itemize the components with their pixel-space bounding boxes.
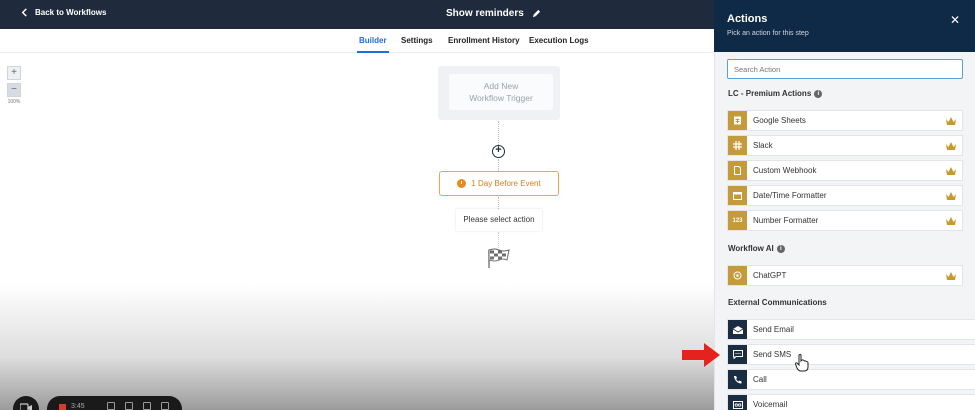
zoom-controls: + − 100% — [7, 66, 21, 105]
connector-line — [498, 121, 499, 145]
webhook-icon — [728, 161, 747, 180]
chatgpt-icon — [728, 266, 747, 285]
crown-icon — [946, 191, 956, 200]
action-label: Call — [753, 375, 767, 384]
chevron-left-icon — [21, 8, 27, 17]
section-external-label: External Communications — [728, 298, 827, 307]
zoom-out-button[interactable]: − — [7, 83, 21, 97]
section-premium-actions: LC - Premium Actions i — [728, 89, 823, 98]
pause-icon[interactable] — [143, 402, 151, 410]
close-icon[interactable]: ✕ — [950, 13, 960, 27]
section-ai-label: Workflow AI — [728, 244, 774, 253]
red-arrow-icon — [682, 343, 720, 367]
number-icon: 123 — [728, 211, 747, 230]
tab-execution-logs[interactable]: Execution Logs — [529, 36, 589, 45]
phone-icon — [728, 370, 747, 389]
panel-title: Actions — [727, 13, 768, 25]
zoom-level: 100% — [7, 99, 21, 105]
add-trigger-button[interactable]: Add New Workflow Trigger — [449, 74, 553, 110]
action-label: Google Sheets — [753, 116, 806, 125]
crown-icon — [946, 271, 956, 280]
sms-icon — [728, 345, 747, 364]
screen-recorder-bar: 3:45 — [47, 396, 182, 410]
section-external-communications: External Communications — [728, 298, 827, 307]
calendar-icon — [728, 186, 747, 205]
event-node-label: 1 Day Before Event — [471, 179, 541, 188]
clock-icon — [457, 179, 467, 188]
crown-icon — [946, 216, 956, 225]
crown-icon — [946, 141, 956, 150]
grid-icon[interactable] — [107, 402, 115, 410]
email-icon — [728, 320, 747, 339]
info-icon[interactable]: i — [776, 244, 785, 253]
tab-bar: Builder Settings Enrollment History Exec… — [0, 29, 714, 53]
finish-flag-icon — [488, 248, 510, 268]
workflow-builder: Back to Workflows Show reminders Builder… — [0, 0, 975, 410]
actions-panel: LC - Premium Actions i Google Sheets Sla… — [714, 52, 975, 410]
action-label: Voicemail — [753, 400, 788, 409]
action-send-sms[interactable]: Send SMS — [727, 344, 975, 365]
action-custom-webhook[interactable]: Custom Webhook — [727, 160, 963, 181]
section-premium-label: LC - Premium Actions — [728, 89, 812, 98]
action-label: ChatGPT — [753, 271, 787, 280]
action-google-sheets[interactable]: Google Sheets — [727, 110, 963, 131]
workflow-title[interactable]: Show reminders — [446, 8, 541, 19]
back-to-workflows-button[interactable]: Back to Workflows — [20, 8, 106, 17]
workflow-title-text: Show reminders — [446, 8, 524, 19]
select-action-node[interactable]: Please select action — [456, 209, 542, 231]
back-label: Back to Workflows — [35, 8, 107, 17]
hand-cursor-icon — [795, 354, 809, 372]
action-send-email[interactable]: Send Email — [727, 319, 975, 340]
action-label: Number Formatter — [753, 216, 819, 225]
connector-line — [498, 159, 499, 171]
action-voicemail[interactable]: Voicemail — [727, 394, 975, 410]
slack-icon — [728, 136, 747, 155]
wait-event-node[interactable]: 1 Day Before Event — [439, 171, 559, 196]
trigger-container: Add New Workflow Trigger — [438, 66, 560, 120]
pencil-icon[interactable] — [532, 9, 541, 18]
action-label: Custom Webhook — [753, 166, 817, 175]
action-label: Send SMS — [753, 350, 792, 359]
workflow-canvas[interactable]: + − 100% Add New Workflow Trigger + 1 Da… — [0, 53, 714, 410]
trash-icon[interactable] — [161, 402, 169, 410]
zoom-in-button[interactable]: + — [7, 66, 21, 80]
trigger-line2: Workflow Trigger — [469, 93, 533, 103]
video-camera-icon — [20, 403, 32, 410]
action-label: Date/Time Formatter — [753, 191, 827, 200]
crown-icon — [946, 116, 956, 125]
undo-icon[interactable] — [125, 402, 133, 410]
add-step-button[interactable]: + — [492, 145, 505, 158]
voicemail-icon — [728, 395, 747, 410]
info-icon[interactable]: i — [814, 89, 823, 98]
tab-builder[interactable]: Builder — [357, 36, 389, 53]
sheets-icon — [728, 111, 747, 130]
tab-enrollment-history[interactable]: Enrollment History — [448, 36, 520, 45]
connector-line — [498, 232, 499, 248]
recording-time: 3:45 — [71, 403, 85, 410]
tab-settings[interactable]: Settings — [401, 36, 433, 45]
action-label: Slack — [753, 141, 773, 150]
action-datetime-formatter[interactable]: Date/Time Formatter — [727, 185, 963, 206]
crown-icon — [946, 166, 956, 175]
actions-panel-header: Actions Pick an action for this step ✕ — [714, 0, 975, 52]
action-label: Send Email — [753, 325, 794, 334]
search-action-input[interactable] — [727, 59, 963, 79]
panel-subtitle: Pick an action for this step — [727, 30, 809, 37]
action-slack[interactable]: Slack — [727, 135, 963, 156]
stop-recording-icon[interactable] — [59, 404, 66, 410]
section-workflow-ai: Workflow AI i — [728, 244, 785, 253]
action-chatgpt[interactable]: ChatGPT — [727, 265, 963, 286]
connector-line — [498, 197, 499, 209]
trigger-line1: Add New — [483, 81, 519, 91]
action-call[interactable]: Call — [727, 369, 975, 390]
top-bar: Back to Workflows Show reminders — [0, 0, 714, 29]
action-number-formatter[interactable]: 123 Number Formatter — [727, 210, 963, 231]
